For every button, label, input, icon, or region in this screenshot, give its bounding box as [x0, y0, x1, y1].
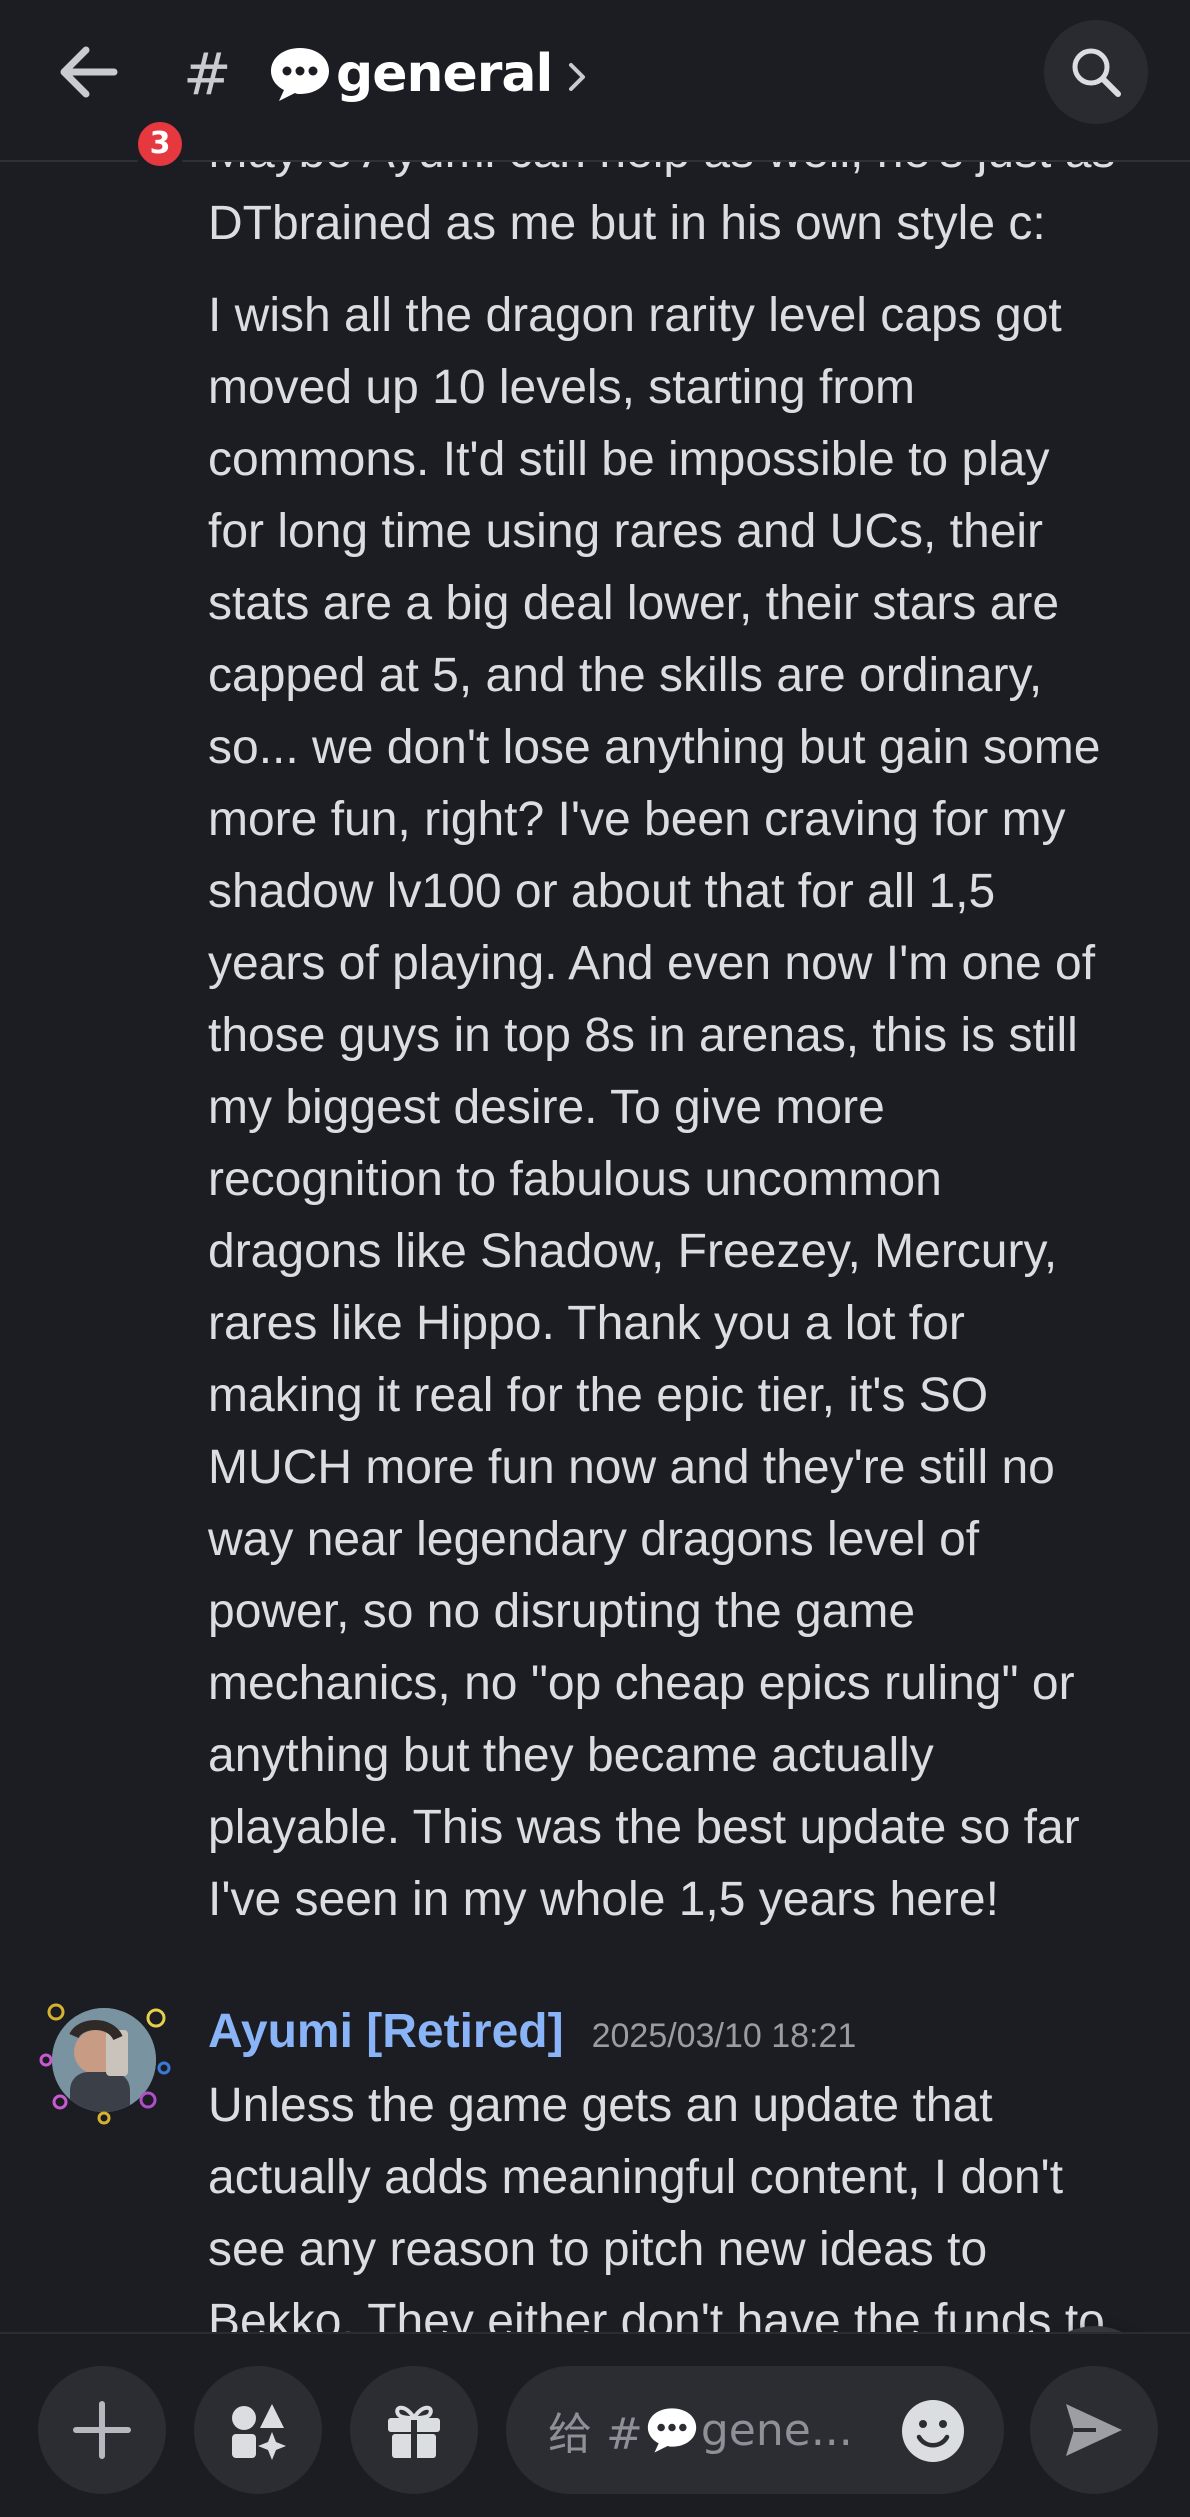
channel-header: 3 # general [0, 0, 1190, 172]
input-placeholder: 给 # gene... [548, 2366, 853, 2494]
app: 3 # general Maybe Ayumi can help as well… [0, 0, 1190, 2517]
speech-bubble-emoji [647, 2408, 697, 2453]
message-composer: 给 # gene... [0, 2332, 1190, 2517]
message-text: Maybe Ayumi can help as well, he's just … [208, 160, 1115, 250]
arrow-left-icon [60, 46, 118, 98]
back-button[interactable]: 3 [48, 30, 188, 172]
chevron-right-icon [569, 63, 586, 91]
message-text: Unless the game gets an update that actu… [208, 2079, 1105, 2332]
message-header: Ayumi [Retired] 2025/03/10 18:21 [208, 2004, 856, 2059]
message-input[interactable]: 给 # gene... [506, 2366, 1004, 2494]
apps-button[interactable] [194, 2366, 322, 2494]
channel-hash-icon: # [183, 40, 232, 108]
send-icon [1066, 2404, 1122, 2456]
channel-name: general [336, 44, 553, 104]
emoji-smile-icon[interactable] [900, 2398, 966, 2464]
attach-button[interactable] [38, 2366, 166, 2494]
channel-title[interactable]: general [268, 36, 586, 112]
plus-icon [73, 2401, 131, 2459]
speech-bubble-emoji [271, 48, 329, 101]
message-list[interactable]: Maybe Ayumi can help as well, he's just … [0, 160, 1190, 2332]
apps-icon [232, 2404, 286, 2460]
author-name[interactable]: Ayumi [Retired] [208, 2004, 564, 2059]
placeholder-prefix: 给 # [548, 2409, 643, 2460]
placeholder-suffix: gene... [700, 2404, 853, 2456]
send-button[interactable] [1030, 2366, 1158, 2494]
message-text: I wish all the dragon rarity level caps … [208, 289, 1101, 1926]
search-icon [1072, 48, 1121, 97]
user-avatar[interactable] [36, 1990, 176, 2130]
unread-badge: 3 [132, 116, 188, 172]
search-button[interactable] [1044, 20, 1148, 124]
message-timestamp: 2025/03/10 18:21 [591, 2017, 857, 2055]
gift-button[interactable] [350, 2366, 478, 2494]
gift-icon [388, 2405, 440, 2458]
